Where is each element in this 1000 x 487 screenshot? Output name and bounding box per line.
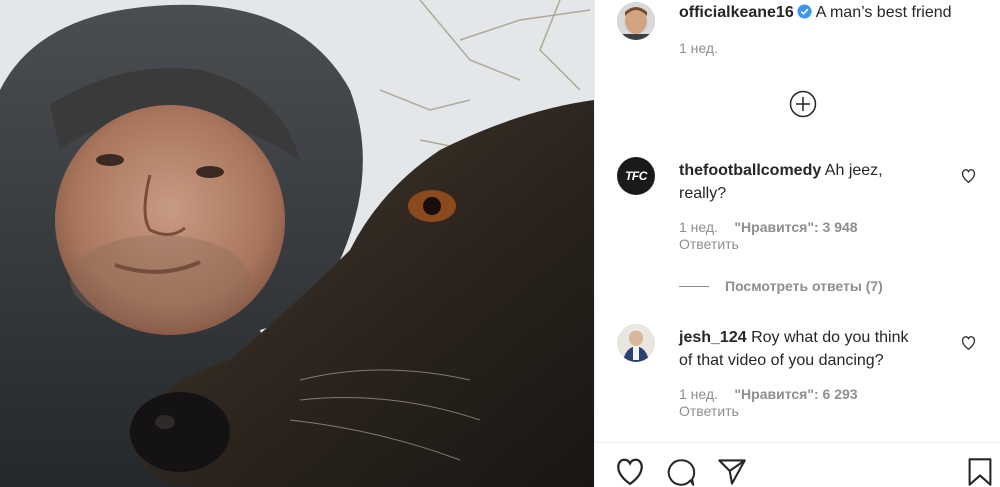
caption-time[interactable]: 1 нед. (679, 40, 718, 56)
view-replies-line (679, 286, 709, 288)
comment-text-1b: really? (679, 185, 727, 202)
comment-text-1a: Ah jeez, (824, 162, 883, 179)
view-replies-label: Посмотреть ответы (7) (725, 278, 883, 294)
comment-like-heart-icon[interactable] (961, 169, 976, 188)
load-more-icon[interactable] (789, 90, 817, 118)
comment-text-2b: of that video of you dancing? (679, 352, 884, 369)
comment-likes-1[interactable]: "Нравится": 3 948 (734, 219, 857, 235)
comment-avatar-tfc[interactable]: TFC (617, 157, 655, 195)
comment-avatar-jesh[interactable] (617, 324, 655, 362)
comment-meta-2: 1 нед. "Нравится": 6 293 (679, 386, 858, 404)
verified-badge-icon (797, 4, 812, 24)
comment-time-1[interactable]: 1 нед. (679, 219, 718, 235)
photo-illustration (0, 0, 594, 487)
caption-row: officialkeane16 A man’s best friend (679, 4, 952, 24)
comment-meta-1: 1 нед. "Нравится": 3 948 (679, 219, 858, 237)
comment-reply-2[interactable]: Ответить (679, 403, 739, 419)
jesh-avatar-image (617, 324, 655, 362)
share-icon[interactable] (717, 458, 747, 487)
comment-like-heart-icon-2[interactable] (961, 336, 976, 355)
comment-likes-2[interactable]: "Нравится": 6 293 (734, 386, 857, 402)
comment-icon[interactable] (666, 458, 696, 487)
author-username[interactable]: officialkeane16 (679, 4, 794, 21)
comment-body-1: thefootballcomedy Ah jeez, really? (679, 159, 949, 205)
heart-icon[interactable] (615, 458, 645, 487)
caption-text: A man’s best friend (815, 4, 952, 21)
bookmark-icon[interactable] (967, 457, 993, 487)
comment-text-2a: Roy what do you think (751, 329, 909, 346)
comment-username-1[interactable]: thefootballcomedy (679, 162, 821, 179)
tfc-logo-text: TFC (625, 169, 647, 183)
author-avatar[interactable] (617, 2, 655, 40)
author-avatar-image (617, 2, 655, 40)
comment-time-2[interactable]: 1 нед. (679, 386, 718, 402)
post-side-panel: officialkeane16 A man’s best friend 1 нед… (594, 0, 1000, 487)
comment-reply-1[interactable]: Ответить (679, 236, 739, 252)
comment-username-2[interactable]: jesh_124 (679, 329, 747, 346)
view-replies-button[interactable]: Посмотреть ответы (7) (679, 278, 883, 296)
comment-body-2: jesh_124 Roy what do you think of that v… (679, 326, 949, 372)
action-bar-divider (595, 442, 1000, 443)
post-photo (0, 0, 594, 487)
